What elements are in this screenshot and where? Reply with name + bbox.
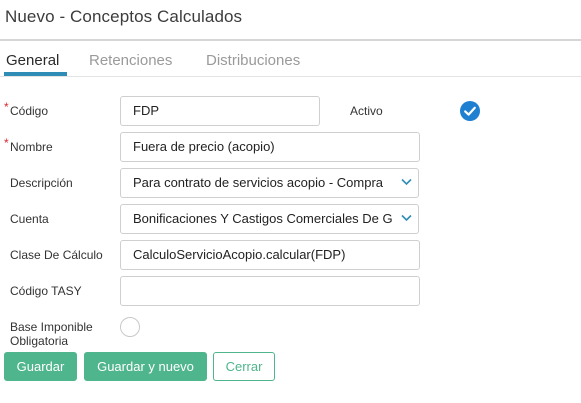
tab-retenciones[interactable]: Retenciones <box>89 52 172 69</box>
cuenta-select[interactable]: Bonificaciones Y Castigos Comerciales De… <box>120 204 419 234</box>
nombre-label: Nombre <box>10 140 53 154</box>
title-divider <box>0 39 581 41</box>
tabs-divider <box>0 76 581 77</box>
save-button[interactable]: Guardar <box>4 352 77 381</box>
base-imponible-label-line1: Base Imponible <box>10 320 93 334</box>
tab-distribuciones[interactable]: Distribuciones <box>206 52 300 69</box>
descripcion-select[interactable]: Para contrato de servicios acopio - Comp… <box>120 168 419 198</box>
check-circle-icon[interactable] <box>460 101 480 121</box>
descripcion-value: Para contrato de servicios acopio - Comp… <box>133 175 384 190</box>
required-marker: * <box>4 136 9 150</box>
active-tab-indicator <box>4 72 67 76</box>
base-imponible-label-line2: Obligatoria <box>10 334 69 348</box>
descripcion-label: Descripción <box>10 176 73 190</box>
codigo-tasy-input[interactable] <box>120 276 420 306</box>
clase-calculo-label: Clase De Cálculo <box>10 248 103 262</box>
page-title: Nuevo - Conceptos Calculados <box>5 7 243 26</box>
close-button[interactable]: Cerrar <box>213 352 275 381</box>
clase-calculo-input[interactable]: CalculoServicioAcopio.calcular(FDP) <box>120 240 420 270</box>
activo-label: Activo <box>350 104 383 118</box>
tab-bar: General Retenciones Distribuciones <box>0 52 581 78</box>
codigo-label: Código <box>10 104 49 118</box>
cuenta-label: Cuenta <box>10 212 49 226</box>
chevron-down-icon <box>401 214 412 222</box>
required-marker: * <box>4 100 9 114</box>
codigo-tasy-label: Código TASY <box>10 284 82 298</box>
cuenta-value: Bonificaciones Y Castigos Comerciales De… <box>133 211 393 226</box>
codigo-input[interactable]: FDP <box>120 96 320 126</box>
save-and-new-button[interactable]: Guardar y nuevo <box>84 352 207 381</box>
chevron-down-icon <box>401 178 412 186</box>
base-imponible-radio[interactable] <box>120 317 140 337</box>
nombre-input[interactable]: Fuera de precio (acopio) <box>120 132 420 162</box>
tab-general[interactable]: General <box>6 52 59 69</box>
